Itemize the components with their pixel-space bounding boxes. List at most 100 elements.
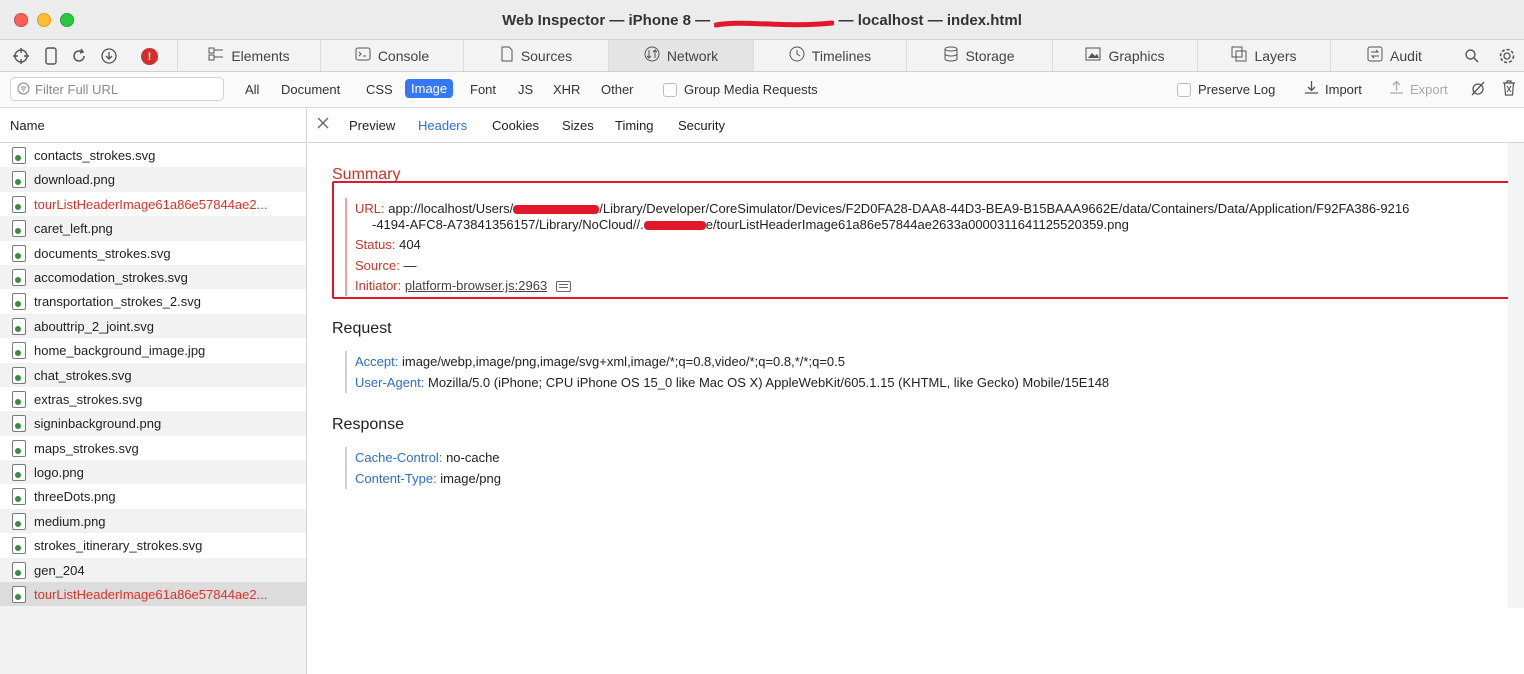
resource-row[interactable]: caret_left.png (0, 216, 306, 241)
summary-initiator: Initiator: platform-browser.js:2963 (355, 278, 571, 293)
url-key: URL: (355, 201, 385, 216)
resource-row[interactable]: tourListHeaderImage61a86e57844ae2... (0, 582, 306, 607)
image-file-icon (12, 317, 26, 335)
resource-row[interactable]: extras_strokes.svg (0, 387, 306, 411)
filter-type-document[interactable]: Document (281, 82, 340, 97)
image-file-icon (12, 586, 26, 604)
filter-type-css[interactable]: CSS (366, 82, 393, 97)
resource-list-panel: Name contacts_strokes.svg download.png tou… (0, 108, 307, 674)
image-file-icon (12, 488, 26, 506)
filter-type-xhr[interactable]: XHR (553, 82, 580, 97)
crosshair-icon[interactable] (11, 46, 31, 66)
reload-icon[interactable] (69, 46, 89, 66)
tab-layers[interactable]: Layers (1197, 40, 1330, 71)
filter-type-image[interactable]: Image (405, 79, 454, 98)
group-media-checkbox[interactable] (663, 83, 677, 97)
timelines-icon (789, 46, 805, 66)
resource-name: download.png (34, 172, 115, 188)
image-file-icon (12, 342, 26, 360)
resource-row[interactable]: threeDots.png (0, 484, 306, 508)
clear-log-trash-icon[interactable] (1502, 80, 1516, 99)
detail-tab-headers[interactable]: Headers (418, 118, 467, 133)
request-user-agent: User-Agent: Mozilla/5.0 (iPhone; CPU iPh… (355, 375, 1109, 390)
filter-icon (17, 82, 30, 98)
resource-row[interactable]: tourListHeaderImage61a86e57844ae2... (0, 192, 306, 216)
detail-tab-cookies[interactable]: Cookies (492, 118, 539, 133)
resource-row[interactable]: accomodation_strokes.svg (0, 264, 306, 290)
tab-graphics[interactable]: Graphics (1052, 40, 1197, 71)
summary-url-line-2: -4194-AFC8-A73841356157/Library/NoCloud/… (372, 217, 1129, 232)
content-type-value: image/png (440, 471, 501, 486)
resource-row[interactable]: strokes_itinerary_strokes.svg (0, 533, 306, 557)
tab-audit[interactable]: Audit (1330, 40, 1458, 71)
redacted-device-name (713, 16, 835, 28)
resource-row[interactable]: download.png (0, 167, 306, 192)
filter-url-input[interactable] (35, 81, 220, 97)
resource-row[interactable]: logo.png (0, 460, 306, 485)
error-badge-icon[interactable]: ! (141, 48, 158, 65)
image-file-icon (12, 561, 26, 579)
detail-tab-security[interactable]: Security (678, 118, 725, 133)
preserve-log-checkbox[interactable] (1177, 83, 1191, 97)
response-title: Response (332, 416, 405, 433)
image-file-icon (12, 220, 26, 238)
download-circle-icon[interactable] (99, 46, 119, 66)
detail-tab-timing[interactable]: Timing (615, 118, 654, 133)
resource-row[interactable]: transportation_strokes_2.svg (0, 289, 306, 313)
console-icon (355, 47, 371, 65)
name-column-header[interactable]: Name (0, 108, 307, 143)
filter-type-all[interactable]: All (245, 82, 259, 97)
disable-cache-icon[interactable] (1470, 80, 1486, 99)
storage-icon (944, 46, 958, 66)
source-key: Source: (355, 258, 400, 273)
tab-console[interactable]: Console (320, 40, 463, 71)
status-key: Status: (355, 237, 396, 252)
import-icon[interactable] (1304, 80, 1319, 98)
resource-name: caret_left.png (34, 221, 113, 237)
resource-row[interactable]: maps_strokes.svg (0, 436, 306, 460)
request-divider (345, 351, 347, 393)
filter-type-other[interactable]: Other (601, 82, 634, 97)
resource-row[interactable]: chat_strokes.svg (0, 362, 306, 387)
initiator-link[interactable]: platform-browser.js:2963 (405, 278, 547, 293)
resource-name: logo.png (34, 465, 84, 481)
list-empty-area (0, 606, 306, 674)
filter-url-field[interactable] (10, 77, 224, 101)
export-icon[interactable] (1389, 80, 1404, 98)
export-button[interactable]: Export (1410, 82, 1448, 97)
redacted-username (513, 205, 600, 215)
tab-elements[interactable]: Elements (177, 40, 320, 71)
image-file-icon (12, 537, 26, 555)
accept-value: image/webp,image/png,image/svg+xml,image… (401, 354, 845, 369)
image-file-icon (12, 464, 26, 482)
device-icon[interactable] (41, 46, 61, 66)
import-button[interactable]: Import (1325, 82, 1362, 97)
url-value-line-2-part-2: e/tourListHeaderImage61a86e57844ae2633a0… (705, 217, 1129, 232)
detail-tab-sizes[interactable]: Sizes (562, 118, 594, 133)
close-detail-icon[interactable] (317, 116, 329, 134)
tab-network[interactable]: Network (608, 40, 753, 71)
resource-row[interactable]: gen_204 (0, 557, 306, 583)
tab-timelines[interactable]: Timelines (753, 40, 906, 71)
go-to-source-icon[interactable] (555, 281, 571, 293)
gear-icon[interactable] (1497, 46, 1517, 66)
tab-storage[interactable]: Storage (906, 40, 1052, 71)
image-file-icon (12, 268, 26, 286)
elements-icon (208, 47, 224, 65)
resource-name: medium.png (34, 513, 106, 529)
resource-row[interactable]: contacts_strokes.svg (0, 143, 306, 167)
resource-name: tourListHeaderImage61a86e57844ae2... (34, 196, 268, 212)
resource-rows: contacts_strokes.svg download.png tourList… (0, 143, 306, 631)
search-icon[interactable] (1462, 46, 1482, 66)
redacted-folder (643, 221, 706, 231)
resource-row[interactable]: medium.png (0, 508, 306, 534)
filter-type-font[interactable]: Font (470, 82, 496, 97)
resource-row[interactable]: home_background_image.jpg (0, 338, 306, 362)
detail-tab-preview[interactable]: Preview (349, 118, 395, 133)
tab-sources[interactable]: Sources (463, 40, 608, 71)
filter-type-js[interactable]: JS (518, 82, 533, 97)
resource-row[interactable]: abouttrip_2_joint.svg (0, 313, 306, 339)
resource-row[interactable]: documents_strokes.svg (0, 241, 306, 265)
response-content-type: Content-Type: image/png (355, 471, 501, 486)
resource-row[interactable]: signinbackground.png (0, 411, 306, 436)
